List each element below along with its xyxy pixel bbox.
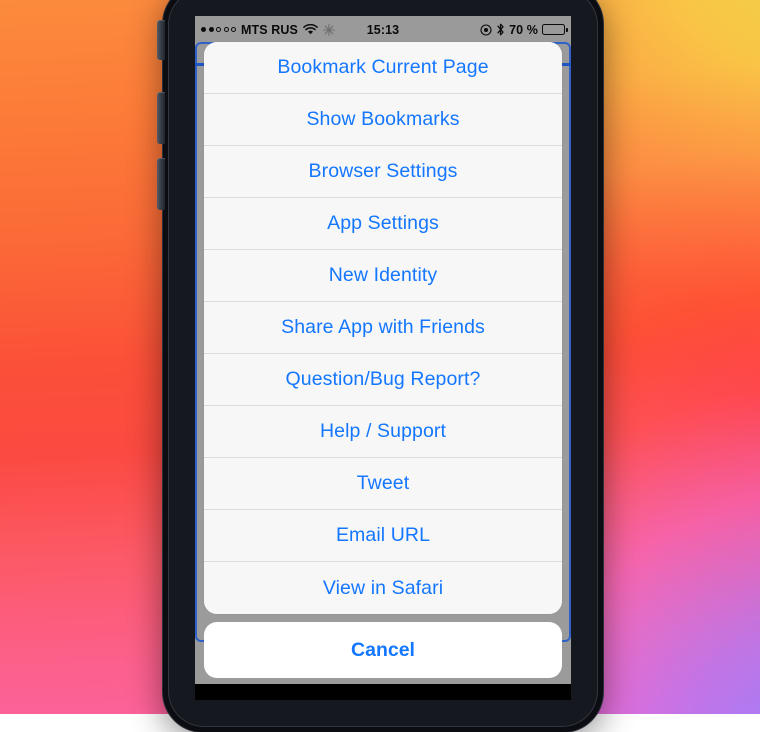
sheet-item-browser-settings[interactable]: Browser Settings bbox=[204, 146, 562, 198]
carrier-label: MTS RUS bbox=[241, 22, 298, 37]
action-sheet-item-group: Bookmark Current Page Show Bookmarks Brows… bbox=[204, 42, 562, 614]
mute-switch-button[interactable] bbox=[157, 20, 165, 60]
screen-bottom-chin bbox=[195, 684, 571, 700]
sheet-item-tweet[interactable]: Tweet bbox=[204, 458, 562, 510]
action-sheet-item-label: Tweet bbox=[356, 472, 410, 494]
action-sheet-item-label: Show Bookmarks bbox=[306, 108, 460, 130]
status-bar-right: 70 % bbox=[480, 23, 571, 37]
sheet-item-new-identity[interactable]: New Identity bbox=[204, 250, 562, 302]
snowflake-icon bbox=[323, 23, 335, 36]
sheet-item-show-bookmarks[interactable]: Show Bookmarks bbox=[204, 94, 562, 146]
signal-dot-2 bbox=[208, 27, 214, 32]
location-services-icon bbox=[480, 23, 492, 36]
action-sheet-item-label: Share App with Friends bbox=[281, 316, 485, 338]
phone-screen: MTS RUS 15:13 70 % Bookmark Current Page… bbox=[195, 16, 571, 700]
action-sheet-item-label: Question/Bug Report? bbox=[285, 368, 481, 390]
signal-dot-3 bbox=[216, 27, 221, 32]
action-sheet: Bookmark Current Page Show Bookmarks Brows… bbox=[204, 42, 562, 678]
status-bar: MTS RUS 15:13 70 % bbox=[195, 16, 571, 43]
action-sheet-item-label: View in Safari bbox=[322, 576, 444, 599]
action-sheet-item-label: Email URL bbox=[335, 524, 431, 546]
sheet-item-share-app-with-friends[interactable]: Share App with Friends bbox=[204, 302, 562, 354]
action-sheet-item-label: App Settings bbox=[327, 212, 439, 234]
battery-percentage-label: 70 % bbox=[509, 22, 538, 37]
iphone-device: MTS RUS 15:13 70 % Bookmark Current Page… bbox=[157, 0, 603, 732]
action-sheet-item-label: Bookmark Current Page bbox=[277, 56, 489, 78]
wifi-icon bbox=[303, 23, 318, 35]
signal-dot-1 bbox=[201, 27, 206, 32]
sheet-item-view-in-safari[interactable]: View in Safari bbox=[204, 562, 562, 614]
sheet-item-app-settings[interactable]: App Settings bbox=[204, 198, 562, 250]
sheet-item-bookmark-current-page[interactable]: Bookmark Current Page bbox=[204, 42, 562, 94]
sheet-item-question-bug-report[interactable]: Question/Bug Report? bbox=[204, 354, 562, 406]
sheet-item-help-support[interactable]: Help / Support bbox=[204, 406, 562, 458]
signal-strength-icon bbox=[201, 27, 236, 32]
battery-icon bbox=[542, 24, 568, 35]
action-sheet-item-label: Browser Settings bbox=[308, 160, 458, 182]
volume-down-button[interactable] bbox=[157, 158, 165, 210]
bluetooth-icon bbox=[496, 23, 505, 36]
volume-up-button[interactable] bbox=[157, 92, 165, 144]
sheet-item-email-url[interactable]: Email URL bbox=[204, 510, 562, 562]
action-sheet-item-label: Help / Support bbox=[319, 420, 447, 442]
action-sheet-item-label: New Identity bbox=[328, 264, 438, 286]
signal-dot-5 bbox=[231, 27, 236, 32]
signal-dot-4 bbox=[224, 27, 229, 32]
status-bar-left: MTS RUS bbox=[195, 23, 335, 37]
cancel-button[interactable]: Cancel bbox=[204, 622, 562, 678]
